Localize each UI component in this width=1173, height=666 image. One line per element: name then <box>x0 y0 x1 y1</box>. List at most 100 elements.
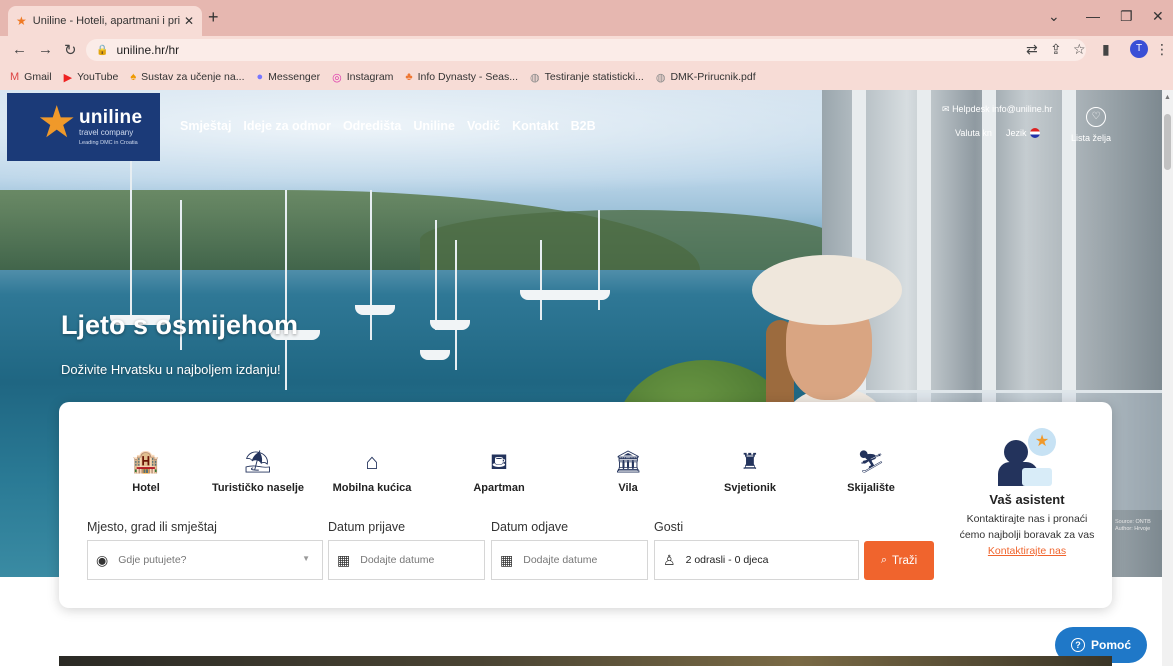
tab-search-icon[interactable]: ⌄ <box>1048 8 1060 25</box>
checkout-label: Datum odjave <box>491 520 569 534</box>
type-svjetionik[interactable]: ♜ Svjetionik <box>695 446 805 494</box>
translate-icon[interactable]: ⇄ <box>1026 41 1038 58</box>
globe-icon: ◍ <box>530 71 540 84</box>
assistant-star-icon: ★ <box>1028 428 1056 456</box>
hotel-icon: 🏨 <box>132 449 160 474</box>
tab-title: Uniline - Hoteli, apartmani i priv <box>32 15 180 27</box>
bookmark-youtube[interactable]: ▶ YouTube <box>64 71 119 84</box>
contact-us-link[interactable]: Kontaktirajte nas <box>957 543 1097 559</box>
browser-tab-bar: ★ Uniline - Hoteli, apartmani i priv ✕ +… <box>0 0 1173 36</box>
type-apartman[interactable]: ⛾ Apartman <box>444 446 554 494</box>
side-panel-icon[interactable]: ▮ <box>1102 41 1110 58</box>
checkout-field[interactable]: ▦ Dodajte datume <box>491 540 648 580</box>
location-pin-icon: ◉ <box>96 551 109 568</box>
accommodation-types: 🏨 Hotel ⛱ Turističko naselje ⌂ Mobilna k… <box>59 446 959 506</box>
bookmark-infodynasty[interactable]: ♣ Info Dynasty - Seas... <box>405 71 518 83</box>
type-mobilna-kucica[interactable]: ⌂ Mobilna kućica <box>317 446 427 494</box>
place-label: Mjesto, grad ili smještaj <box>87 520 217 534</box>
page-scrollbar[interactable] <box>1162 90 1173 666</box>
infodynasty-icon: ♣ <box>405 71 413 83</box>
destination-field[interactable]: ◉ Gdje putujete? ▼ <box>87 540 323 580</box>
youtube-icon: ▶ <box>63 71 73 84</box>
search-button[interactable]: ⌕ Traži <box>864 541 934 580</box>
mobile-home-icon: ⌂ <box>365 449 379 474</box>
type-skijaliste[interactable]: ⛷ Skijalište <box>816 446 926 494</box>
nav-vodic[interactable]: Vodič <box>467 119 500 133</box>
bookmark-messenger[interactable]: ● Messenger <box>257 71 321 83</box>
ski-resort-icon: ⛷ <box>857 449 885 474</box>
scroll-up-icon[interactable]: ▲ <box>1164 94 1171 101</box>
scrollbar-thumb[interactable] <box>1164 114 1171 170</box>
restore-icon[interactable]: ❐ <box>1120 8 1133 25</box>
apartment-icon: ⛾ <box>490 449 508 474</box>
calendar-icon: ▦ <box>500 551 514 568</box>
search-icon: ⌕ <box>880 554 888 566</box>
close-tab-icon[interactable]: ✕ <box>184 14 194 28</box>
nav-b2b[interactable]: B2B <box>571 119 596 133</box>
checkin-label: Datum prijave <box>328 520 406 534</box>
lighthouse-icon: ♜ <box>740 449 760 474</box>
calendar-icon: ▦ <box>337 551 351 568</box>
profile-avatar[interactable]: T <box>1130 40 1148 58</box>
assistant-description: Kontaktirajte nas i pronaći ćemo najbolj… <box>959 513 1095 541</box>
checkin-field[interactable]: ▦ Dodajte datume <box>328 540 485 580</box>
hero-subtitle: Doživite Hrvatsku u najboljem izdanju! <box>61 362 281 377</box>
bookmark-instagram[interactable]: ◎ Instagram <box>332 71 393 84</box>
bookmark-star-icon[interactable]: ☆ <box>1073 41 1086 58</box>
villa-icon: 🏛 <box>614 449 642 474</box>
currency-selector[interactable]: Valuta kn <box>955 128 992 138</box>
bookmark-gmail[interactable]: M Gmail <box>10 71 52 83</box>
search-card: 🏨 Hotel ⛱ Turističko naselje ⌂ Mobilna k… <box>59 402 1112 608</box>
photo-credit: Source: ONTB Author: Hrvoje <box>1115 519 1151 532</box>
browser-tab[interactable]: ★ Uniline - Hoteli, apartmani i priv ✕ <box>8 6 202 36</box>
guests-field[interactable]: ♙ 2 odrasli - 0 djeca <box>654 540 859 580</box>
close-window-icon[interactable]: ✕ <box>1152 8 1164 25</box>
messenger-icon: ● <box>256 71 264 83</box>
language-selector[interactable]: Jezik <box>1006 128 1040 138</box>
browser-toolbar: ← → ↻ 🔒 uniline.hr/hr ⇄ ⇪ ☆ ▮ ⋮ <box>0 36 1173 64</box>
help-icon: ? <box>1070 638 1085 652</box>
reload-icon[interactable]: ↻ <box>64 41 77 59</box>
nav-kontakt[interactable]: Kontakt <box>512 119 559 133</box>
assistant-title: Vaš asistent <box>989 492 1065 507</box>
uniline-star-icon: ★ <box>37 98 77 147</box>
helpdesk-link[interactable]: ✉ Helpdesk info@uniline.hr <box>942 104 1052 115</box>
bookmark-testiranje[interactable]: ◍ Testiranje statisticki... <box>530 71 644 84</box>
bookmark-dmk[interactable]: ◍ DMK-Prirucnik.pdf <box>656 71 756 84</box>
croatia-flag-icon <box>1029 128 1040 138</box>
nav-odredista[interactable]: Odredišta <box>343 119 401 133</box>
next-section-banner <box>59 656 1112 666</box>
forward-icon[interactable]: → <box>38 41 53 58</box>
wishlist-link[interactable]: Lista želja <box>1071 133 1111 143</box>
menu-icon[interactable]: ⋮ <box>1155 41 1169 58</box>
hero-title: Ljeto s osmijehom <box>61 310 299 340</box>
nav-uniline[interactable]: Uniline <box>413 119 455 133</box>
mail-icon: ✉ <box>942 104 950 114</box>
instagram-icon: ◎ <box>332 71 342 84</box>
tourist-resort-icon: ⛱ <box>244 449 272 474</box>
uniline-favicon-icon: ★ <box>16 14 27 28</box>
assistant-avatar: ★ <box>992 424 1062 486</box>
nav-ideje-za-odmor[interactable]: Ideje za odmor <box>243 119 331 133</box>
uniline-logo[interactable]: ★ uniline travel company Leading DMC in … <box>7 93 160 161</box>
globe-icon: ◍ <box>655 71 666 84</box>
address-bar[interactable]: 🔒 uniline.hr/hr <box>86 39 1086 61</box>
type-vila[interactable]: 🏛 Vila <box>573 446 683 494</box>
guests-label: Gosti <box>654 520 684 534</box>
lock-icon: 🔒 <box>96 44 109 56</box>
minimize-icon[interactable]: — <box>1086 8 1100 24</box>
person-icon: ♙ <box>663 551 676 568</box>
gmail-icon: M <box>10 71 20 83</box>
bookmarks-bar: M Gmail ▶ YouTube ♠ Sustav za učenje na... … <box>0 64 1173 90</box>
type-turisticko-naselje[interactable]: ⛱ Turističko naselje <box>203 446 313 494</box>
back-icon[interactable]: ← <box>12 41 27 58</box>
share-icon[interactable]: ⇪ <box>1050 41 1062 58</box>
heart-icon[interactable]: ♡ <box>1086 107 1106 127</box>
url-text: uniline.hr/hr <box>116 43 180 57</box>
main-navigation: Smještaj Ideje za odmor Odredišta Unilin… <box>180 119 608 133</box>
sustav-icon: ♠ <box>130 71 137 83</box>
type-hotel[interactable]: 🏨 Hotel <box>91 446 201 494</box>
bookmark-sustav[interactable]: ♠ Sustav za učenje na... <box>130 71 244 83</box>
new-tab-button[interactable]: + <box>208 8 219 26</box>
nav-smjestaj[interactable]: Smještaj <box>180 119 231 133</box>
